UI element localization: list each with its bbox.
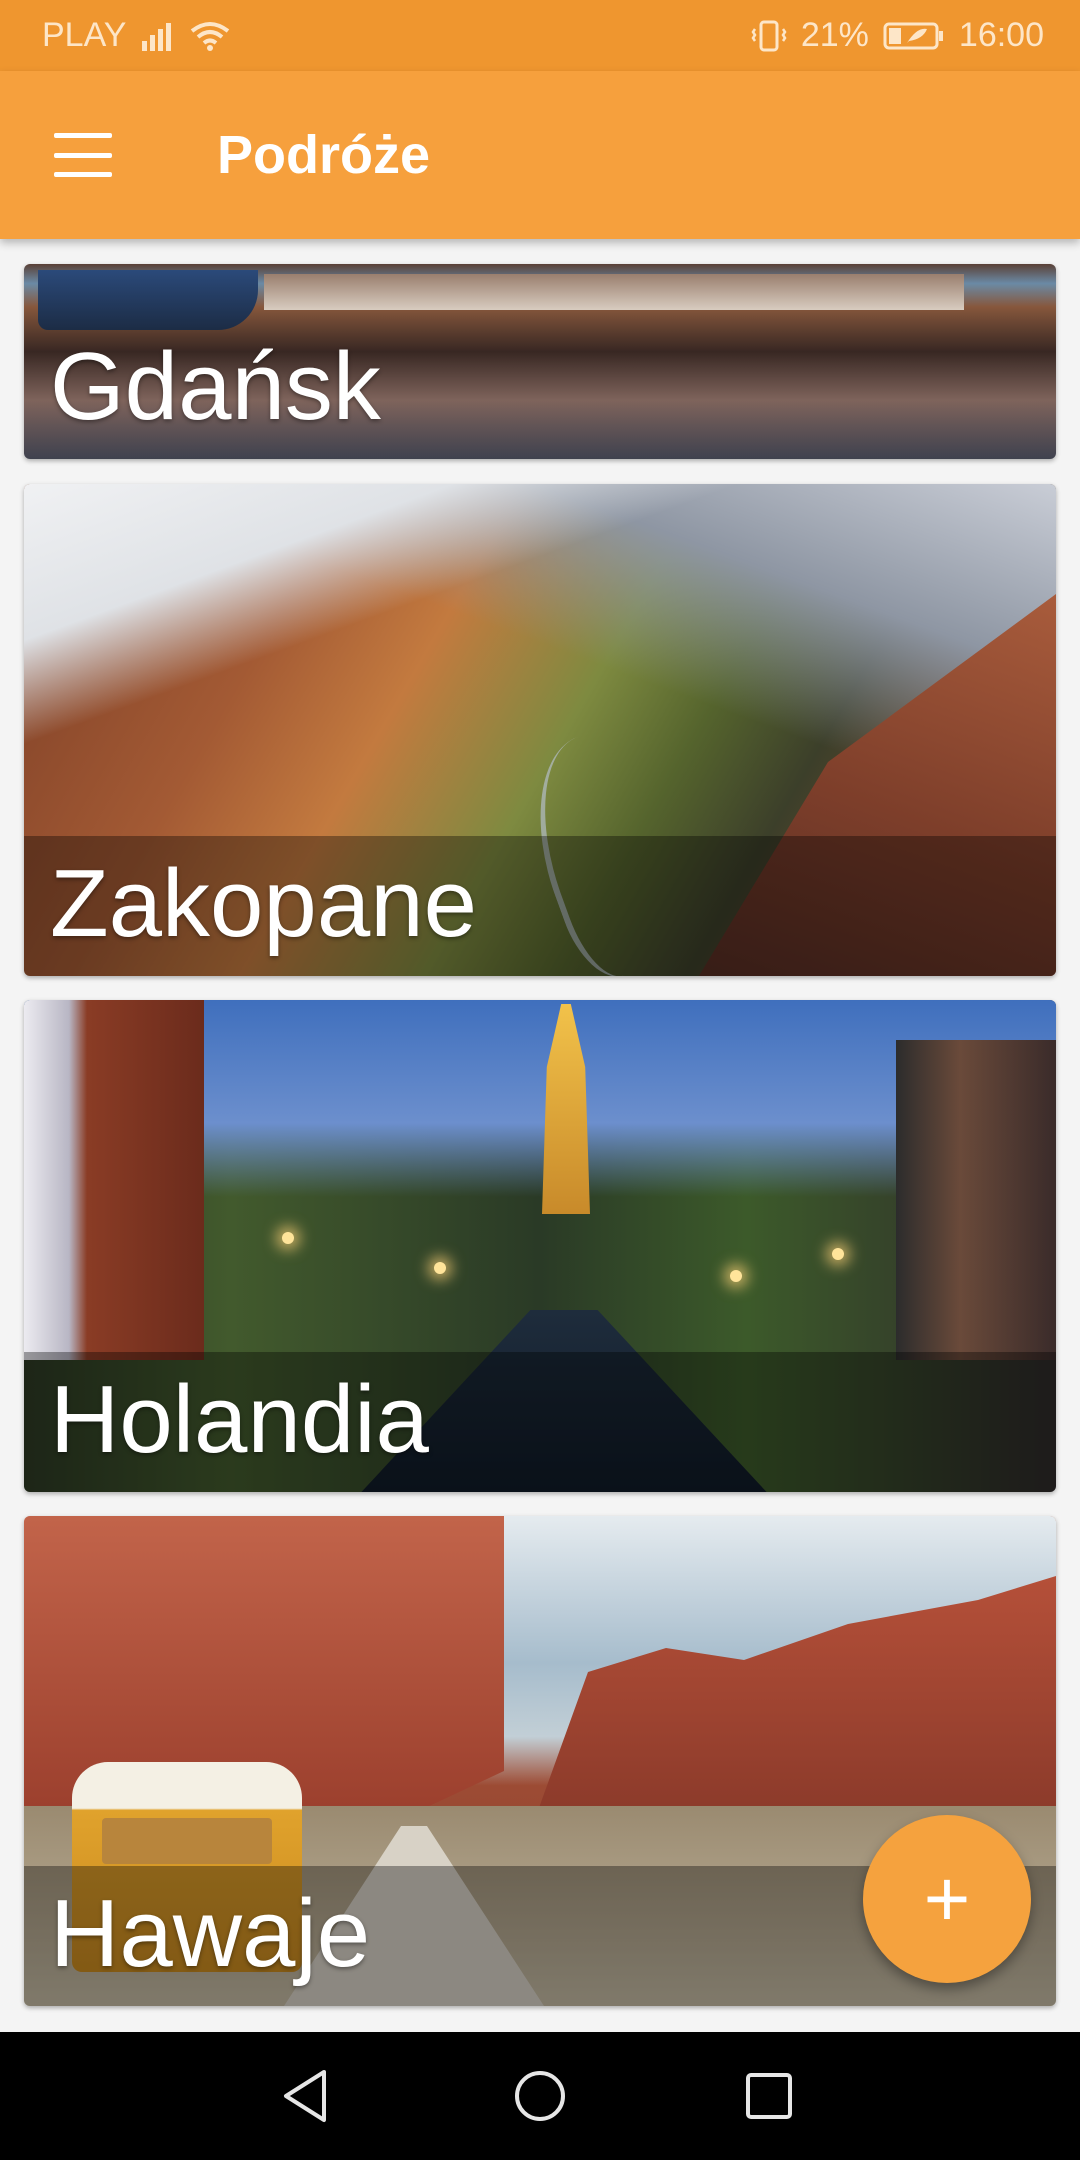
- battery-icon: [883, 21, 945, 51]
- recents-icon[interactable]: [744, 2071, 794, 2121]
- add-icon: +: [923, 1854, 971, 1943]
- place-name: Zakopane: [50, 850, 477, 957]
- place-name: Hawaje: [50, 1880, 371, 1987]
- back-icon[interactable]: [280, 2068, 332, 2124]
- clock: 16:00: [958, 16, 1044, 54]
- hamburger-menu-icon[interactable]: [54, 133, 112, 177]
- system-nav-bar: [0, 2032, 1080, 2160]
- place-name: Gdańsk: [50, 333, 381, 440]
- status-left: PLAY: [42, 16, 230, 55]
- status-bar: PLAY 21% 16:00: [0, 0, 1080, 71]
- place-card-zakopane[interactable]: Zakopane: [24, 484, 1056, 976]
- add-place-button[interactable]: +: [863, 1815, 1031, 1983]
- home-icon[interactable]: [512, 2068, 568, 2124]
- wifi-icon: [190, 21, 230, 51]
- vibrate-icon: [751, 19, 787, 53]
- status-right: 21% 16:00: [751, 16, 1044, 55]
- place-card-holandia[interactable]: Holandia: [24, 1000, 1056, 1492]
- place-card-gdansk[interactable]: Gdańsk: [24, 264, 1056, 459]
- signal-icon: [140, 21, 176, 51]
- app-bar: Podróże: [0, 71, 1080, 239]
- battery-percent: 21%: [800, 16, 869, 54]
- places-list[interactable]: Gdańsk Zakopane Holandia Hawaje: [0, 239, 1080, 2032]
- place-name: Holandia: [50, 1366, 429, 1473]
- page-title: Podróże: [217, 125, 431, 185]
- carrier-label: PLAY: [42, 16, 127, 54]
